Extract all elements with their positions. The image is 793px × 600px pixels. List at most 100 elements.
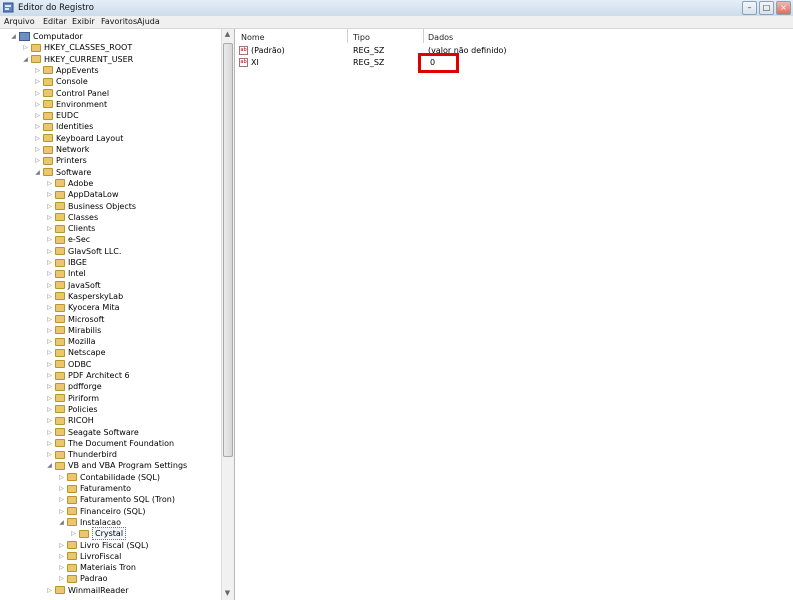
tree-item[interactable]: ▷ Faturamento xyxy=(58,483,131,494)
menu-exibir[interactable]: Exibir xyxy=(72,17,95,26)
collapsed-arrow-icon[interactable]: ▷ xyxy=(46,234,53,245)
column-header-tipo[interactable]: Tipo xyxy=(353,33,370,42)
minimize-button[interactable]: – xyxy=(742,1,757,15)
tree-item[interactable]: ▷ WinmailReader xyxy=(46,585,128,596)
collapsed-arrow-icon[interactable]: ▷ xyxy=(46,280,53,291)
tree-item[interactable]: ▷ Kyocera Mita xyxy=(46,302,119,313)
tree-item[interactable]: ▷ ODBC xyxy=(46,359,91,370)
tree-item[interactable]: ◢ Computador xyxy=(10,31,83,42)
tree-item[interactable]: ▷ RICOH xyxy=(46,415,94,426)
tree-item[interactable]: ◢ Software xyxy=(34,167,91,178)
menu-arquivo[interactable]: Arquivo xyxy=(4,17,35,26)
collapsed-arrow-icon[interactable]: ▷ xyxy=(46,291,53,302)
tree-item[interactable]: ▷ Microsoft xyxy=(46,314,104,325)
tree-item[interactable]: ▷ EUDC xyxy=(34,110,78,121)
collapsed-arrow-icon[interactable]: ▷ xyxy=(70,528,77,539)
tree-item[interactable]: ▷ IBGE xyxy=(46,257,87,268)
tree-item[interactable]: ▷ Business Objects xyxy=(46,201,136,212)
tree-item[interactable]: ▷ Financeiro (SQL) xyxy=(58,506,145,517)
tree-item[interactable]: ▷ Mozilla xyxy=(46,336,95,347)
tree-item[interactable]: ▷ JavaSoft xyxy=(46,280,101,291)
collapsed-arrow-icon[interactable]: ▷ xyxy=(58,472,65,483)
collapsed-arrow-icon[interactable]: ▷ xyxy=(34,121,41,132)
maximize-button[interactable]: □ xyxy=(759,1,774,15)
registry-tree[interactable]: ◢ Computador ▷ HKEY_CLASSES_ROOT ◢ HKEY_CURRE… xyxy=(0,29,221,600)
collapsed-arrow-icon[interactable]: ▷ xyxy=(58,540,65,551)
collapsed-arrow-icon[interactable]: ▷ xyxy=(46,427,53,438)
collapsed-arrow-icon[interactable]: ▷ xyxy=(34,144,41,155)
column-header-nome[interactable]: Nome xyxy=(241,33,265,42)
menu-ajuda[interactable]: Ajuda xyxy=(137,17,160,26)
tree-item[interactable]: ▷ e-Sec xyxy=(46,234,90,245)
collapsed-arrow-icon[interactable]: ▷ xyxy=(46,393,53,404)
tree-item[interactable]: ▷ Livro Fiscal (SQL) xyxy=(58,540,148,551)
tree-item[interactable]: ▷ Contabilidade (SQL) xyxy=(58,472,160,483)
close-button[interactable]: × xyxy=(776,1,791,15)
collapsed-arrow-icon[interactable]: ▷ xyxy=(46,257,53,268)
tree-item[interactable]: ▷ AppDataLow xyxy=(46,189,118,200)
collapsed-arrow-icon[interactable]: ▷ xyxy=(46,189,53,200)
tree-item[interactable]: ▷ Identities xyxy=(34,121,93,132)
collapsed-arrow-icon[interactable]: ▷ xyxy=(58,494,65,505)
collapsed-arrow-icon[interactable]: ▷ xyxy=(46,404,53,415)
tree-item[interactable]: ◢ VB and VBA Program Settings xyxy=(46,460,187,471)
tree-item[interactable]: ▷ Network xyxy=(34,144,89,155)
tree-item[interactable]: ▷ Environment xyxy=(34,99,107,110)
column-header-dados[interactable]: Dados xyxy=(428,33,453,42)
tree-item[interactable]: ▷ Mirabilis xyxy=(46,325,101,336)
tree-item[interactable]: ▷ Clients xyxy=(46,223,95,234)
collapsed-arrow-icon[interactable]: ▷ xyxy=(46,212,53,223)
collapsed-arrow-icon[interactable]: ▷ xyxy=(46,336,53,347)
tree-item[interactable]: ▷ Intel xyxy=(46,268,86,279)
collapsed-arrow-icon[interactable]: ▷ xyxy=(58,506,65,517)
collapsed-arrow-icon[interactable]: ▷ xyxy=(46,347,53,358)
tree-item[interactable]: ▷ Seagate Software xyxy=(46,427,139,438)
tree-item[interactable]: ▷ Piriform xyxy=(46,393,99,404)
expanded-arrow-icon[interactable]: ◢ xyxy=(22,54,29,65)
tree-item[interactable]: ▷ Classes xyxy=(46,212,98,223)
menu-favoritos[interactable]: Favoritos xyxy=(101,17,137,26)
values-pane[interactable]: Nome Tipo Dados ab (Padrão) REG_SZ (valo… xyxy=(235,29,793,600)
tree-item[interactable]: ▷ Control Panel xyxy=(34,88,109,99)
tree-item[interactable]: ▷ LivroFiscal xyxy=(58,551,121,562)
tree-item[interactable]: ▷ Padrao xyxy=(58,573,107,584)
collapsed-arrow-icon[interactable]: ▷ xyxy=(46,370,53,381)
collapsed-arrow-icon[interactable]: ▷ xyxy=(46,449,53,460)
tree-item[interactable]: ▷ Netscape xyxy=(46,347,105,358)
tree-item[interactable]: ▷ PDF Architect 6 xyxy=(46,370,129,381)
collapsed-arrow-icon[interactable]: ▷ xyxy=(58,483,65,494)
tree-item[interactable]: ▷ Adobe xyxy=(46,178,93,189)
collapsed-arrow-icon[interactable]: ▷ xyxy=(34,65,41,76)
tree-item[interactable]: ▷ Policies xyxy=(46,404,97,415)
tree-item[interactable]: ▷ Faturamento SQL (Tron) xyxy=(58,494,175,505)
collapsed-arrow-icon[interactable]: ▷ xyxy=(34,155,41,166)
collapsed-arrow-icon[interactable]: ▷ xyxy=(46,201,53,212)
collapsed-arrow-icon[interactable]: ▷ xyxy=(46,314,53,325)
tree-item[interactable]: ◢ HKEY_CURRENT_USER xyxy=(22,54,133,65)
collapsed-arrow-icon[interactable]: ▷ xyxy=(46,325,53,336)
expanded-arrow-icon[interactable]: ◢ xyxy=(10,31,17,42)
collapsed-arrow-icon[interactable]: ▷ xyxy=(46,178,53,189)
tree-item[interactable]: ▷ Thunderbird xyxy=(46,449,117,460)
scroll-thumb[interactable] xyxy=(223,43,233,457)
value-row[interactable]: ab XI REG_SZ 0 xyxy=(239,57,779,68)
tree-item[interactable]: ▷ KasperskyLab xyxy=(46,291,123,302)
tree-scrollbar[interactable]: ▲ ▼ xyxy=(221,29,235,600)
collapsed-arrow-icon[interactable]: ▷ xyxy=(22,42,29,53)
collapsed-arrow-icon[interactable]: ▷ xyxy=(46,585,53,596)
collapsed-arrow-icon[interactable]: ▷ xyxy=(34,76,41,87)
value-row[interactable]: ab (Padrão) REG_SZ (valor não definido) xyxy=(239,45,779,56)
expanded-arrow-icon[interactable]: ◢ xyxy=(58,517,65,528)
collapsed-arrow-icon[interactable]: ▷ xyxy=(46,438,53,449)
collapsed-arrow-icon[interactable]: ▷ xyxy=(46,268,53,279)
collapsed-arrow-icon[interactable]: ▷ xyxy=(46,381,53,392)
collapsed-arrow-icon[interactable]: ▷ xyxy=(46,415,53,426)
scroll-up-arrow-icon[interactable]: ▲ xyxy=(223,30,232,40)
collapsed-arrow-icon[interactable]: ▷ xyxy=(58,551,65,562)
tree-item[interactable]: ▷ Console xyxy=(34,76,88,87)
scroll-down-arrow-icon[interactable]: ▼ xyxy=(223,589,232,599)
collapsed-arrow-icon[interactable]: ▷ xyxy=(46,302,53,313)
collapsed-arrow-icon[interactable]: ▷ xyxy=(34,88,41,99)
collapsed-arrow-icon[interactable]: ▷ xyxy=(34,110,41,121)
collapsed-arrow-icon[interactable]: ▷ xyxy=(46,359,53,370)
